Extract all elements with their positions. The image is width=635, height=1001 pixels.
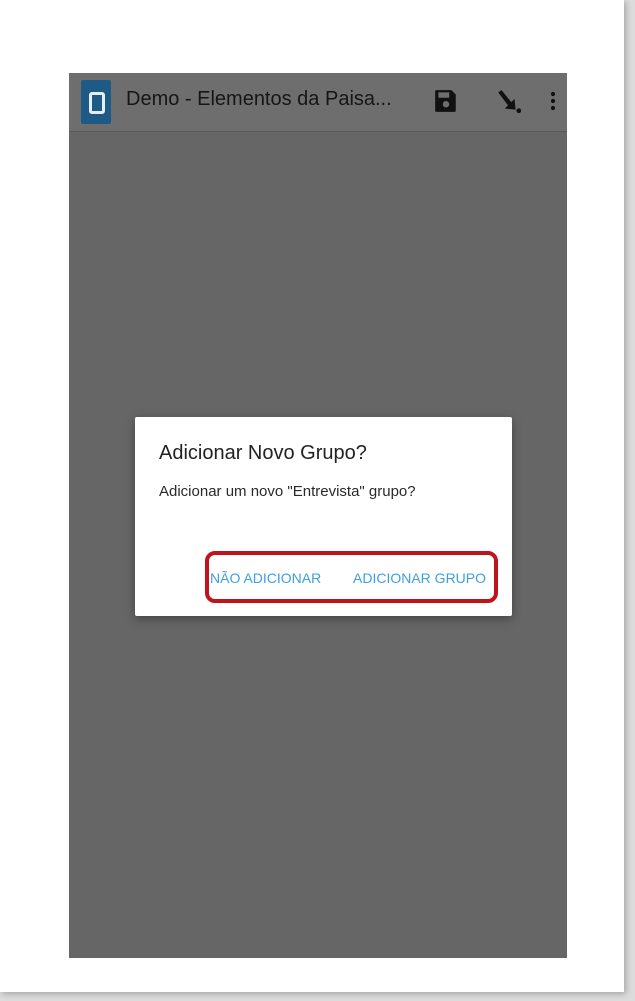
phone-screen: Demo - Elementos da Paisa... Adicionar N… xyxy=(69,73,567,958)
annotation-highlight-box xyxy=(205,551,498,603)
save-icon[interactable] xyxy=(433,88,459,114)
app-logo-icon xyxy=(81,80,111,124)
action-bar: Demo - Elementos da Paisa... xyxy=(69,73,567,132)
dialog-title: Adicionar Novo Grupo? xyxy=(159,442,367,464)
document-page: Demo - Elementos da Paisa... Adicionar N… xyxy=(0,0,624,992)
form-title: Demo - Elementos da Paisa... xyxy=(126,88,392,110)
dialog-message: Adicionar um novo "Entrevista" grupo? xyxy=(159,483,416,500)
overflow-menu-icon[interactable] xyxy=(547,88,559,114)
import-arrow-icon[interactable] xyxy=(495,88,521,114)
